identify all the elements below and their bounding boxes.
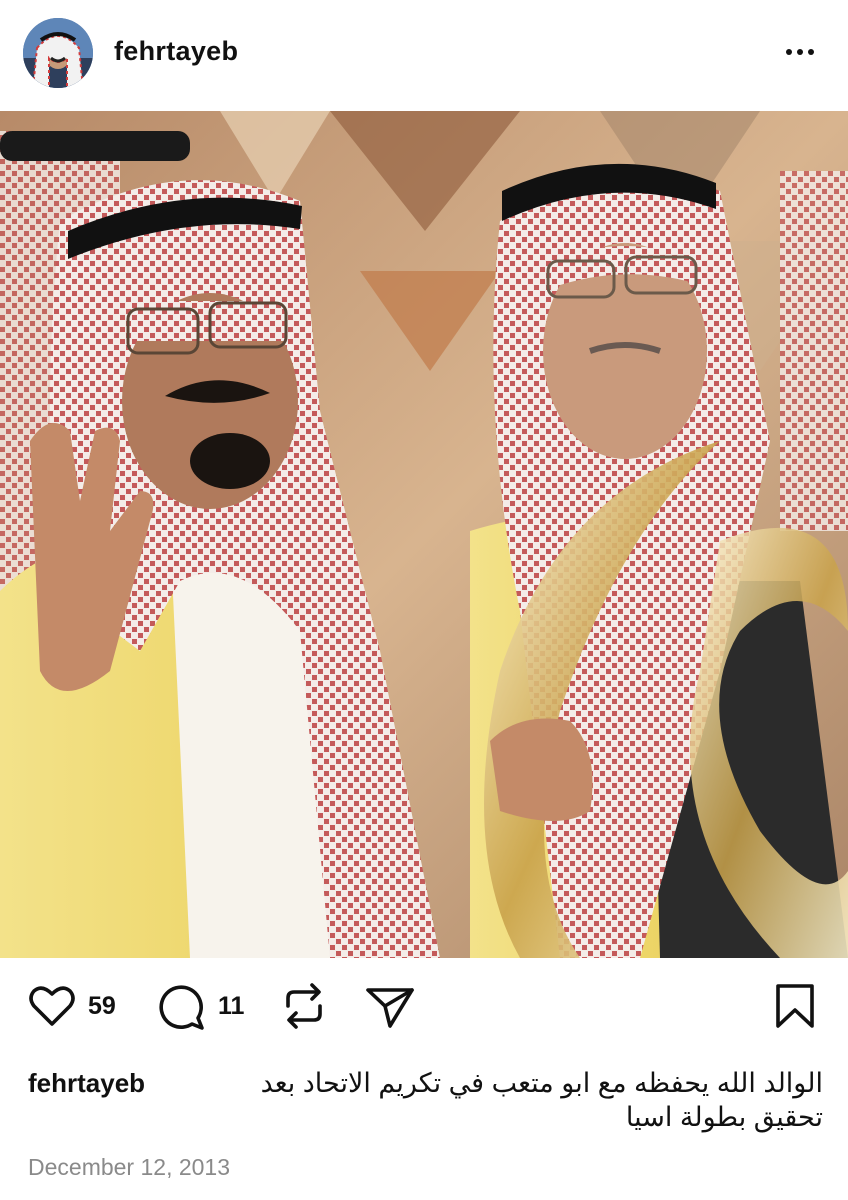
more-options-button[interactable] <box>778 38 822 66</box>
post-photo[interactable] <box>0 111 848 958</box>
comment-bubble-icon <box>159 985 204 1030</box>
comment-button[interactable]: 11 <box>158 980 244 1032</box>
repost-button[interactable] <box>280 980 328 1032</box>
post-username[interactable]: fehrtayeb <box>114 36 238 67</box>
save-button[interactable] <box>772 980 818 1032</box>
bookmark-icon <box>776 984 814 1028</box>
comment-count[interactable]: 11 <box>218 992 244 1021</box>
repost-icon <box>286 983 322 1029</box>
post-date: December 12, 2013 <box>28 1154 231 1180</box>
heart-icon <box>29 986 75 1026</box>
caption-text: الوالد الله يحفظه مع ابو متعب في تكريم ا… <box>260 1068 823 1132</box>
like-button[interactable]: 59 <box>26 980 116 1032</box>
avatar[interactable] <box>23 18 93 88</box>
post-actions: 59 11 <box>0 980 848 1040</box>
send-icon <box>366 988 414 1028</box>
caption-username[interactable]: fehrtayeb <box>28 1068 145 1099</box>
share-button[interactable] <box>364 980 416 1032</box>
photo-illustration <box>0 111 848 958</box>
more-horizontal-icon <box>786 49 792 55</box>
post-header: fehrtayeb <box>0 0 848 110</box>
like-count[interactable]: 59 <box>88 992 116 1021</box>
